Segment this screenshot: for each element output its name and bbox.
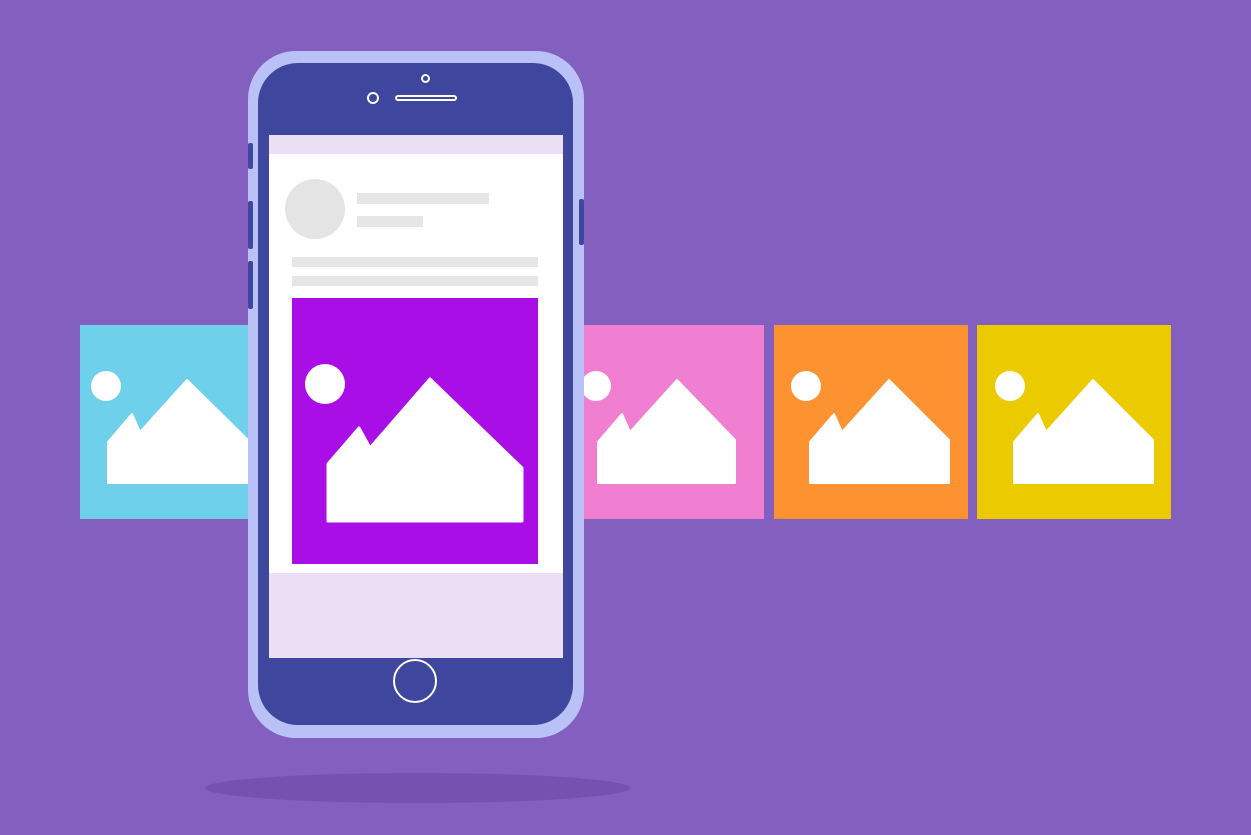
power-button — [579, 199, 584, 245]
carousel-tile-blue[interactable] — [80, 325, 274, 519]
image-icon — [91, 371, 249, 484]
subtitle-placeholder — [357, 216, 423, 227]
username-placeholder — [357, 193, 489, 204]
front-camera-icon — [367, 92, 379, 104]
caption-line-placeholder — [292, 257, 538, 267]
carousel-tile-pink[interactable] — [570, 325, 764, 519]
caption-line-placeholder — [292, 276, 538, 286]
post-image[interactable] — [292, 298, 538, 564]
avatar[interactable] — [285, 179, 345, 239]
volume-up-button — [248, 143, 253, 169]
image-icon — [995, 371, 1154, 484]
image-icon — [305, 364, 524, 523]
speaker-icon — [395, 95, 457, 101]
phone-body — [258, 63, 573, 725]
volume-down-button — [248, 201, 253, 249]
post-card — [269, 154, 563, 573]
home-button[interactable] — [393, 659, 437, 703]
phone-screen — [269, 135, 563, 658]
phone-shadow — [205, 773, 630, 803]
image-icon — [791, 371, 950, 484]
smartphone — [248, 51, 584, 738]
volume-button — [248, 261, 253, 309]
image-icon — [581, 371, 736, 484]
carousel-tile-yellow[interactable] — [977, 325, 1171, 519]
carousel-tile-orange[interactable] — [774, 325, 968, 519]
sensor-icon — [421, 74, 430, 83]
